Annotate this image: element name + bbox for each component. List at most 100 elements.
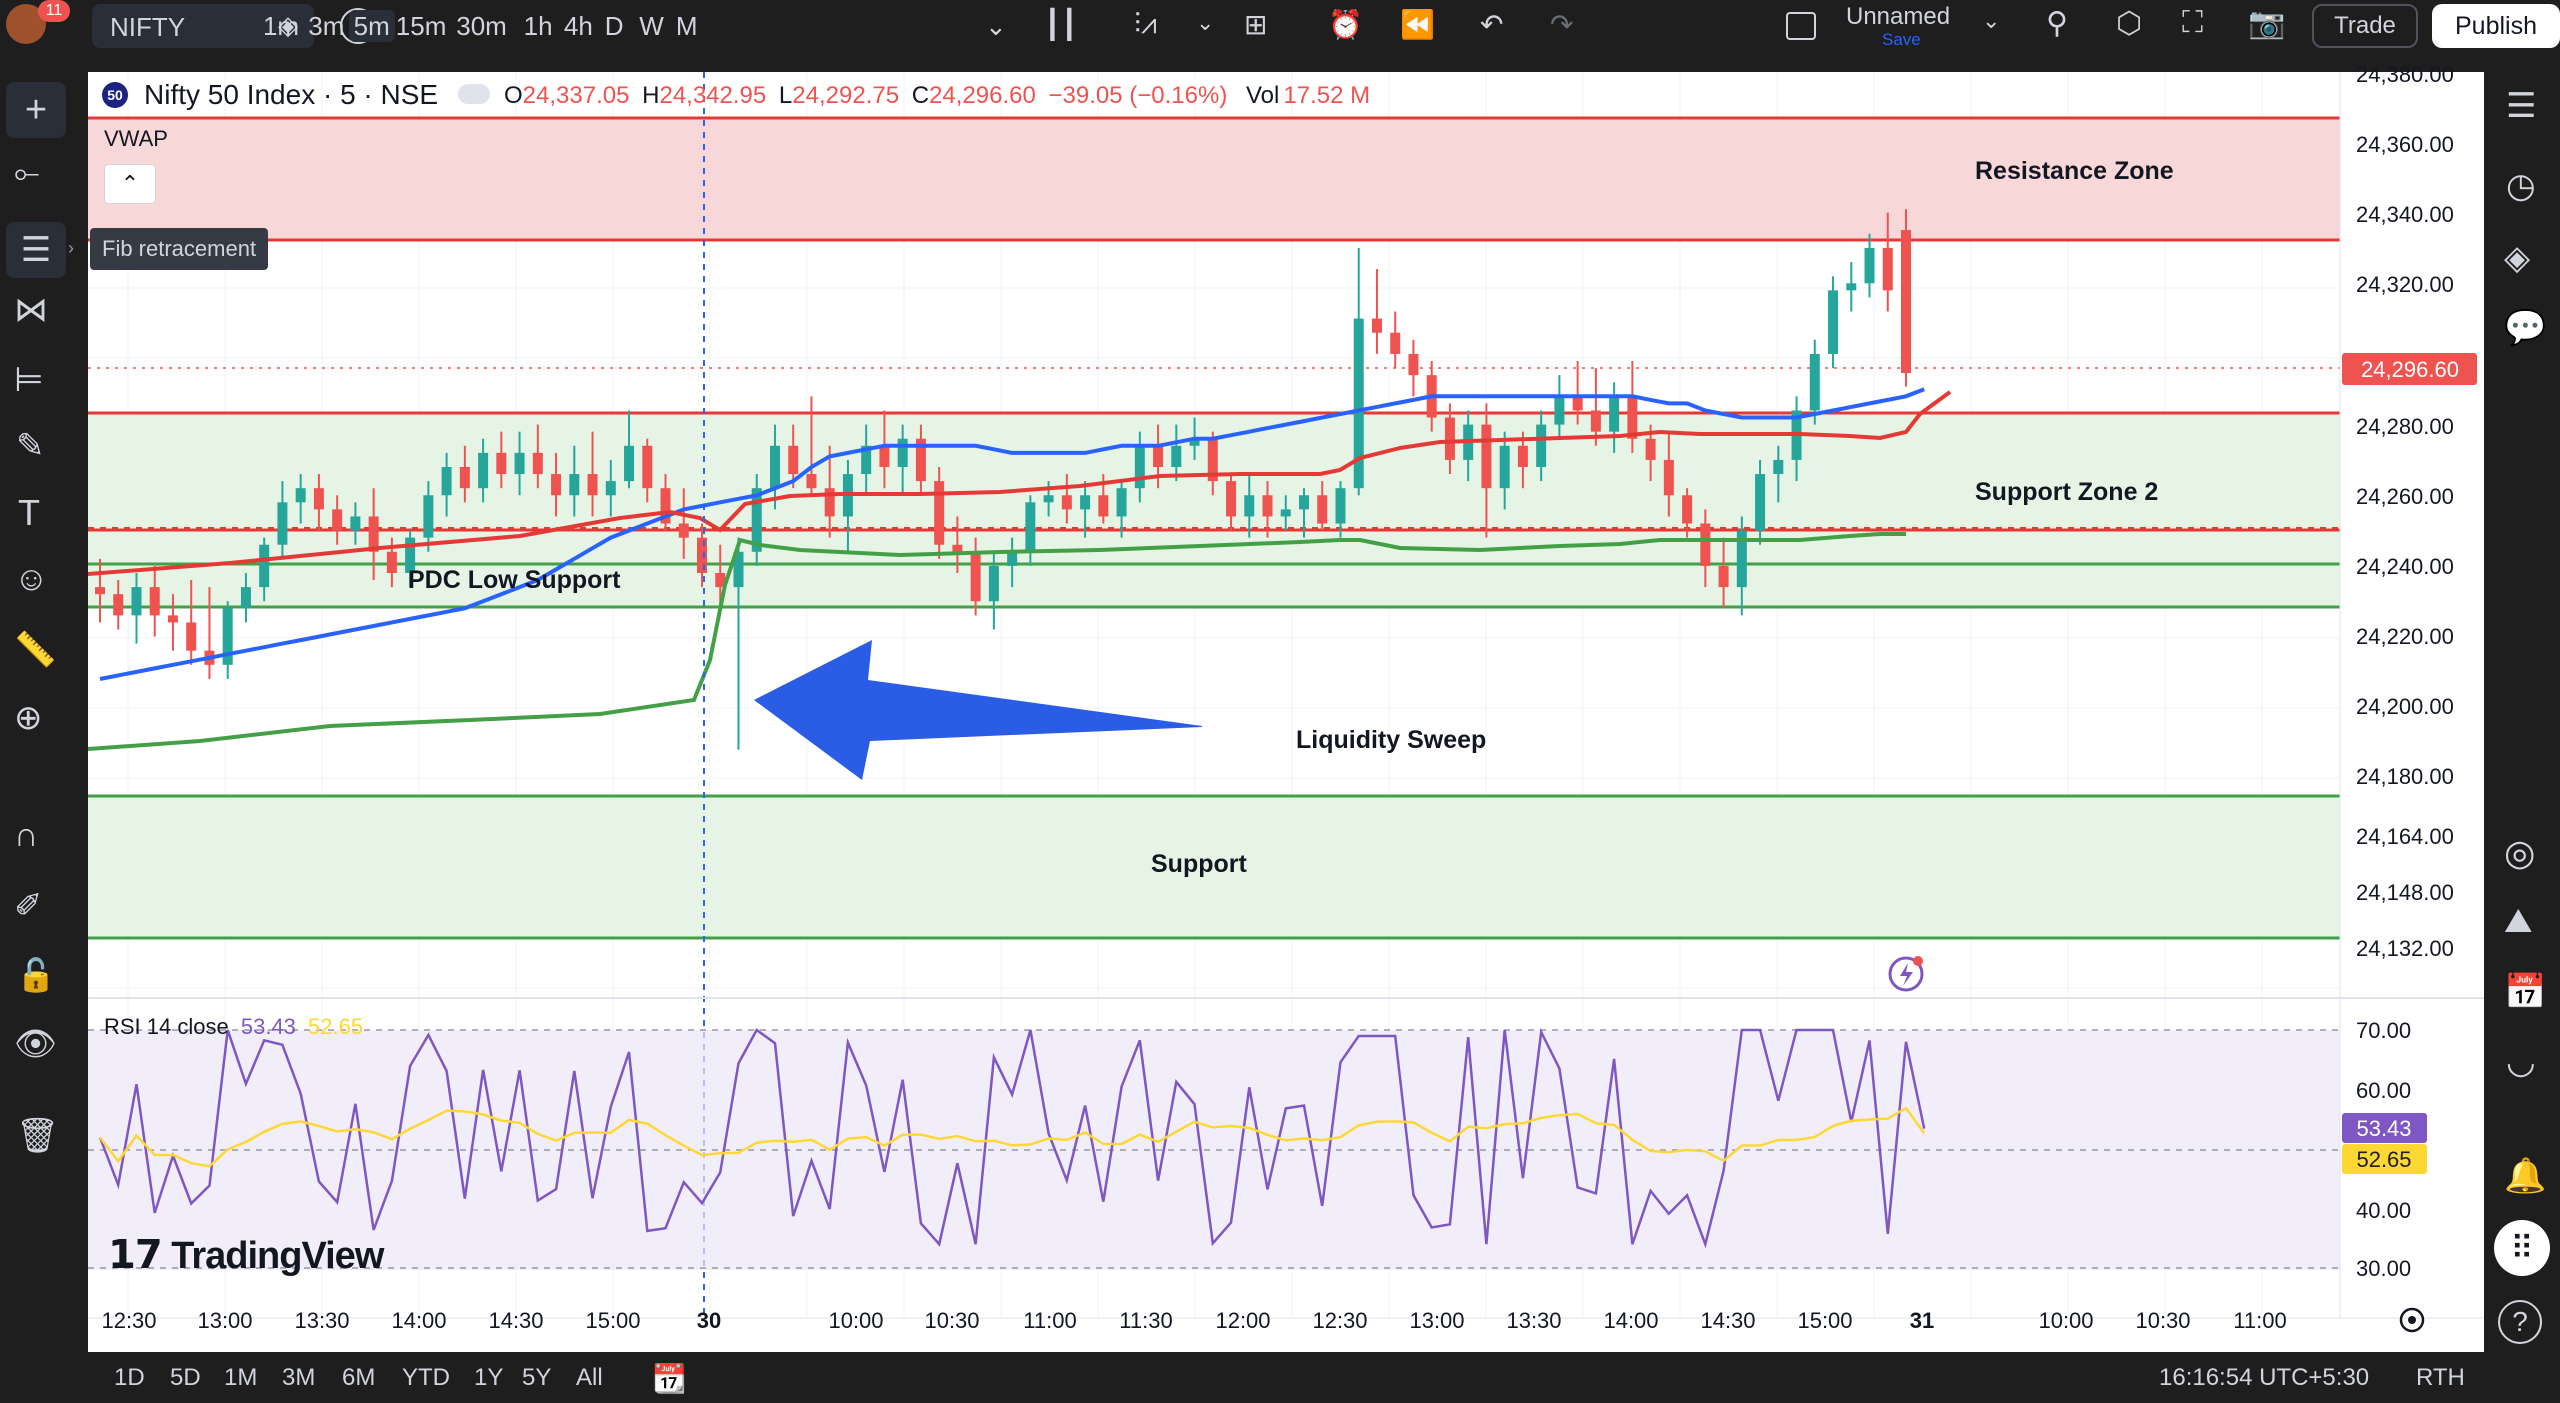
- layout-square-icon[interactable]: [1786, 12, 1816, 40]
- range-1D[interactable]: 1D: [114, 1364, 145, 1392]
- liquidity-sweep-label[interactable]: Liquidity Sweep: [1296, 726, 1486, 755]
- chart-canvas[interactable]: 24,296.60 53.43 52.65: [0, 0, 2560, 1403]
- interval-M[interactable]: M: [669, 10, 705, 42]
- layout-dropdown-icon[interactable]: ⌄: [1982, 8, 2000, 34]
- collapse-legend-icon[interactable]: ⌃: [104, 164, 156, 204]
- save-label[interactable]: Save: [1882, 30, 1921, 50]
- range-5Y[interactable]: 5Y: [522, 1364, 551, 1392]
- fib-expand-icon[interactable]: ›: [68, 238, 74, 259]
- interval-1h[interactable]: 1h: [520, 10, 556, 42]
- trash-icon[interactable]: 🗑: [16, 1116, 59, 1156]
- notification-badge[interactable]: 11: [38, 0, 70, 22]
- interval-30m[interactable]: 30m: [455, 10, 509, 42]
- fullscreen-icon[interactable]: ⛶: [2182, 6, 2203, 40]
- goto-date-icon[interactable]: 📆: [652, 1362, 687, 1395]
- rsi-legend[interactable]: RSI 14 close 53.43 52.65: [104, 1014, 363, 1040]
- drawing-toolbar: + ⟜ ☰ › ⋈ ⊨ ✎ T ☺ 📏 ⊕ ∩ ✐ 🔓 👁 🗑: [0, 52, 86, 1403]
- trade-button[interactable]: Trade: [2312, 4, 2418, 48]
- interval-1m[interactable]: 1m: [258, 10, 304, 42]
- layout-name[interactable]: Unnamed: [1846, 3, 1950, 31]
- candle-type-icon[interactable]: ┃┃: [1044, 8, 1078, 41]
- interval-15m[interactable]: 15m: [394, 10, 448, 42]
- settings-icon[interactable]: ⬡: [2116, 6, 2142, 41]
- ruler-icon[interactable]: 📏: [14, 630, 56, 670]
- object-tree-icon[interactable]: ◈: [2504, 238, 2530, 278]
- brush-icon[interactable]: ✎: [16, 426, 45, 466]
- time-tick: 10:00: [2038, 1308, 2094, 1333]
- rsi-tick: 70.00: [2356, 1018, 2412, 1043]
- streams-icon[interactable]: ◡: [2506, 1042, 2536, 1082]
- time-tick: 14:00: [391, 1308, 447, 1333]
- time-tick: 12:30: [101, 1308, 157, 1333]
- time-tick: 14:00: [1603, 1308, 1659, 1333]
- emoji-icon[interactable]: ☺: [14, 560, 49, 599]
- time-tick: 11:00: [1023, 1308, 1077, 1333]
- time-tick: 13:00: [1409, 1308, 1465, 1333]
- ohlc-row: O24,337.05 H24,342.95 L24,292.75 C24,296…: [504, 82, 1371, 109]
- range-3M[interactable]: 3M: [282, 1364, 315, 1392]
- crosshair-icon[interactable]: +: [6, 82, 66, 138]
- range-YTD[interactable]: YTD: [402, 1364, 450, 1392]
- price-tick: 24,240.00: [2356, 554, 2454, 579]
- alerts-clock-icon[interactable]: ◷: [2506, 166, 2536, 206]
- time-tick: 13:00: [197, 1308, 253, 1333]
- trend-line-icon[interactable]: ⟜: [14, 154, 40, 192]
- time-tick: 10:30: [2135, 1308, 2191, 1333]
- replay-icon[interactable]: ⏪: [1400, 8, 1435, 41]
- range-1M[interactable]: 1M: [224, 1364, 257, 1392]
- calendar-icon[interactable]: 📅: [2504, 972, 2546, 1012]
- notifications-icon[interactable]: 🔔: [2504, 1156, 2546, 1196]
- quick-search-icon[interactable]: ⚲: [2046, 6, 2068, 41]
- help-icon[interactable]: ?: [2498, 1300, 2542, 1344]
- resistance-zone-label[interactable]: Resistance Zone: [1975, 157, 2174, 186]
- interval-5m[interactable]: 5m: [348, 10, 395, 42]
- time-tick: 11:00: [2233, 1308, 2287, 1333]
- price-tick: 24,164.00: [2356, 824, 2454, 849]
- pattern-icon[interactable]: ⋈: [14, 290, 48, 330]
- range-1Y[interactable]: 1Y: [474, 1364, 503, 1392]
- eye-icon[interactable]: 👁: [14, 1024, 57, 1064]
- range-All[interactable]: All: [576, 1364, 603, 1392]
- pdc-low-label[interactable]: PDC Low Support: [408, 566, 620, 595]
- support-label[interactable]: Support: [1151, 850, 1247, 879]
- range-5D[interactable]: 5D: [170, 1364, 201, 1392]
- camera-icon[interactable]: 📷: [2248, 6, 2285, 41]
- magnet-icon[interactable]: ∩: [14, 816, 38, 855]
- interval-4h[interactable]: 4h: [560, 10, 596, 42]
- support-zone-2-label[interactable]: Support Zone 2: [1975, 478, 2158, 507]
- clock[interactable]: 16:16:54 UTC+5:30: [2159, 1364, 2369, 1392]
- vwap-label[interactable]: VWAP: [104, 126, 168, 152]
- tradingview-logo[interactable]: 𝟭𝟳 TradingView: [108, 1232, 384, 1278]
- chat-icon[interactable]: 💬: [2504, 308, 2546, 348]
- watchlist-icon[interactable]: ☰: [2506, 86, 2536, 126]
- publish-button[interactable]: Publish: [2432, 4, 2560, 48]
- alert-icon[interactable]: ⏰: [1328, 8, 1363, 41]
- indicators-icon[interactable]: ⫶⩘: [1134, 8, 1157, 41]
- ideas-icon[interactable]: ⛰: [2504, 902, 2533, 941]
- interval-3m[interactable]: 3m: [303, 10, 349, 42]
- undo-icon[interactable]: ↶: [1480, 8, 1503, 41]
- interval-D[interactable]: D: [598, 10, 630, 42]
- lock-icon[interactable]: 🔓: [16, 956, 56, 994]
- text-icon[interactable]: T: [18, 492, 40, 534]
- session-label[interactable]: RTH: [2416, 1364, 2465, 1392]
- forecast-icon[interactable]: ⊨: [14, 360, 44, 400]
- chart-title[interactable]: Nifty 50 Index · 5 · NSE: [144, 79, 438, 111]
- zoom-in-icon[interactable]: ⊕: [14, 698, 43, 738]
- time-tick: 13:30: [1506, 1308, 1562, 1333]
- layout-icon[interactable]: ⊞: [1244, 8, 1267, 41]
- symbol-text: NIFTY: [110, 12, 186, 42]
- apps-grid-icon[interactable]: ⠿: [2494, 1220, 2550, 1276]
- indicators-dropdown-icon[interactable]: ⌄: [1196, 10, 1214, 36]
- interval-dropdown-icon[interactable]: ⌄: [985, 10, 1007, 42]
- range-6M[interactable]: 6M: [342, 1364, 375, 1392]
- hotlist-icon[interactable]: ◎: [2504, 832, 2535, 874]
- price-tick: 24,320.00: [2356, 272, 2454, 297]
- redo-icon[interactable]: ↷: [1550, 8, 1573, 41]
- time-tick: 14:30: [488, 1308, 544, 1333]
- legend-toggle-icon[interactable]: [458, 84, 490, 104]
- fib-retracement-icon[interactable]: ☰: [6, 222, 66, 278]
- interval-W[interactable]: W: [633, 10, 669, 42]
- rsi-tick: 60.00: [2356, 1078, 2412, 1103]
- lock-drawing-icon[interactable]: ✐: [14, 886, 43, 926]
